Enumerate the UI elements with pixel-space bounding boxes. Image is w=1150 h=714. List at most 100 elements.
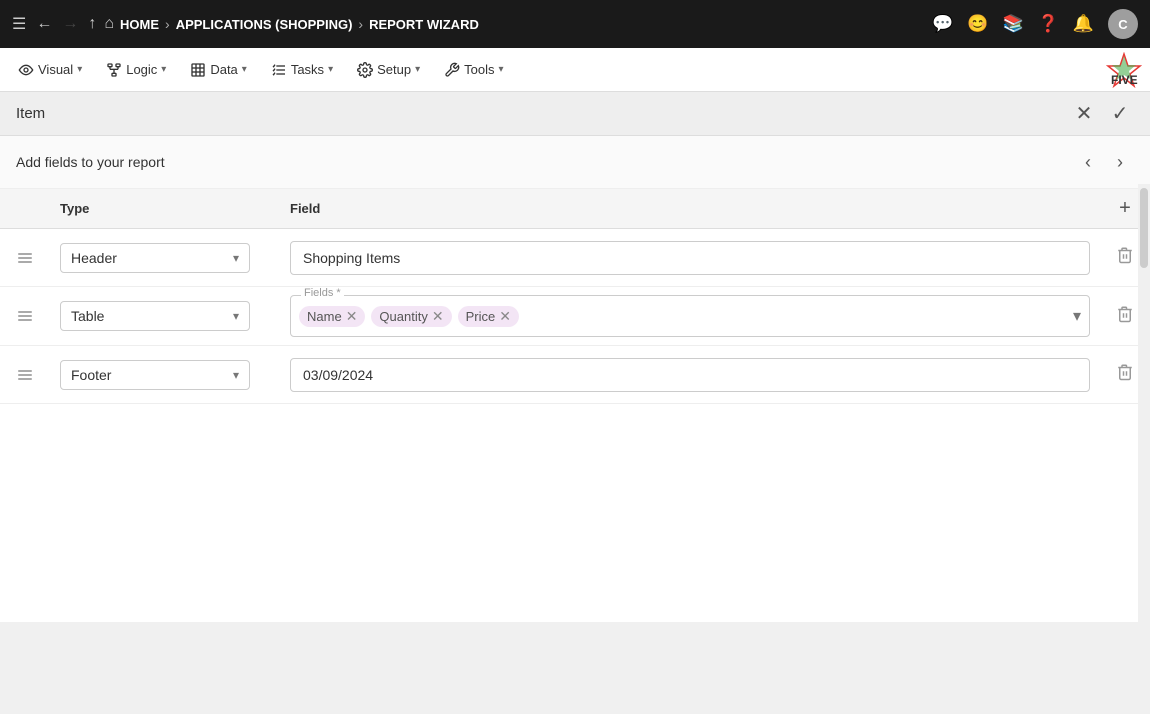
type-select-value-2: Table	[71, 308, 104, 324]
topbar-left-icons: ☰ ← → ↑	[12, 14, 96, 34]
forward-icon[interactable]: →	[62, 15, 78, 33]
menu-setup[interactable]: Setup ▾	[347, 56, 430, 84]
table-row: Header ▾	[0, 229, 1150, 287]
breadcrumb-apps[interactable]: APPLICATIONS (SHOPPING)	[176, 17, 353, 32]
item-header: Item ✕ ✓	[0, 92, 1150, 136]
drag-handle-3[interactable]	[0, 366, 50, 384]
tag-quantity-close[interactable]: ✕	[432, 309, 444, 323]
drag-handle-1[interactable]	[0, 249, 50, 267]
dropdown-arrow-3: ▾	[233, 368, 239, 382]
books-icon[interactable]: 📚	[1002, 14, 1023, 34]
tag-quantity: Quantity ✕	[371, 306, 451, 327]
menu-tasks[interactable]: Tasks ▾	[261, 56, 343, 84]
flow-icon	[106, 62, 122, 78]
trash-icon-3	[1116, 363, 1134, 381]
type-select-value-3: Footer	[71, 367, 111, 383]
five-logo-icon: FIVE	[1106, 52, 1142, 88]
list-icon	[271, 62, 287, 78]
table-row: Table ▾ Fields * Name ✕ Quantity ✕	[0, 287, 1150, 346]
chat-icon[interactable]: 💬	[932, 14, 953, 34]
five-logo: FIVE	[1106, 52, 1142, 88]
drag-icon	[16, 249, 34, 267]
trash-icon-1	[1116, 246, 1134, 264]
field-input-1[interactable]	[290, 241, 1090, 275]
delete-button-1[interactable]	[1116, 246, 1134, 269]
setup-arrow: ▾	[415, 64, 420, 75]
tag-name-close[interactable]: ✕	[346, 309, 358, 323]
breadcrumb-report[interactable]: REPORT WIZARD	[369, 17, 479, 32]
type-cell-3: Footer ▾	[50, 352, 280, 398]
help-icon[interactable]: ❓	[1038, 14, 1059, 34]
breadcrumb-arrow-1: ›	[165, 16, 170, 32]
tags-dropdown-arrow[interactable]: ▾	[1073, 306, 1081, 326]
type-select-1[interactable]: Header ▾	[60, 243, 250, 273]
type-select-3[interactable]: Footer ▾	[60, 360, 250, 390]
type-cell-2: Table ▾	[50, 293, 280, 339]
tag-name-text: Name	[307, 309, 342, 324]
item-title: Item	[16, 105, 45, 122]
table-header-row: Type Field +	[0, 189, 1150, 229]
bell-icon[interactable]: 🔔	[1073, 14, 1094, 34]
plus-icon: +	[1119, 197, 1131, 220]
eye-icon	[18, 62, 34, 78]
field-cell-3	[280, 350, 1100, 400]
breadcrumb: ⌂ HOME › APPLICATIONS (SHOPPING) › REPOR…	[104, 15, 924, 33]
nav-prev[interactable]: ‹	[1074, 148, 1102, 176]
fields-nav: ‹ ›	[1074, 148, 1134, 176]
tag-price: Price ✕	[458, 306, 519, 327]
menu-tools[interactable]: Tools ▾	[434, 56, 513, 84]
up-icon[interactable]: ↑	[88, 15, 96, 33]
grid-icon	[190, 62, 206, 78]
fields-subheader: Add fields to your report ‹ ›	[0, 136, 1150, 189]
face-icon[interactable]: 😊	[967, 14, 988, 34]
gear-icon	[357, 62, 373, 78]
breadcrumb-home[interactable]: HOME	[120, 17, 159, 32]
menubar: Visual ▾ Logic ▾ Data ▾ Tasks ▾ Setup ▾ …	[0, 48, 1150, 92]
dropdown-arrow-1: ▾	[233, 251, 239, 265]
delete-button-2[interactable]	[1116, 305, 1134, 328]
fields-panel-title: Add fields to your report	[16, 154, 165, 170]
drag-handle-2[interactable]	[0, 307, 50, 325]
svg-text:FIVE: FIVE	[1111, 73, 1138, 87]
topbar-right: 💬 😊 📚 ❓ 🔔 C	[932, 9, 1138, 39]
tags-label: Fields *	[301, 287, 344, 299]
nav-next[interactable]: ›	[1106, 148, 1134, 176]
tools-arrow: ▾	[498, 64, 503, 75]
table-row: Footer ▾	[0, 346, 1150, 404]
type-cell-1: Header ▾	[50, 235, 280, 281]
drag-icon	[16, 366, 34, 384]
tags-field-2[interactable]: Fields * Name ✕ Quantity ✕ Price ✕ ▾	[290, 295, 1090, 337]
tag-name: Name ✕	[299, 306, 365, 327]
trash-icon-2	[1116, 305, 1134, 323]
dropdown-arrow-2: ▾	[233, 309, 239, 323]
tag-price-text: Price	[466, 309, 496, 324]
menu-data[interactable]: Data ▾	[180, 56, 257, 84]
data-arrow: ▾	[242, 64, 247, 75]
scrollbar-thumb	[1140, 188, 1148, 268]
menu-visual[interactable]: Visual ▾	[8, 56, 92, 84]
home-icon: ⌂	[104, 15, 114, 33]
fields-table: Type Field + Header ▾	[0, 189, 1150, 404]
type-select-2[interactable]: Table ▾	[60, 301, 250, 331]
main-content: Item ✕ ✓ Add fields to your report ‹ › T…	[0, 92, 1150, 622]
back-icon[interactable]: ←	[36, 15, 52, 33]
tag-quantity-text: Quantity	[379, 309, 427, 324]
field-cell-1	[280, 233, 1100, 283]
hamburger-icon[interactable]: ☰	[12, 14, 26, 34]
drag-icon	[16, 307, 34, 325]
field-input-3[interactable]	[290, 358, 1090, 392]
close-button[interactable]: ✕	[1070, 100, 1098, 128]
tag-price-close[interactable]: ✕	[499, 309, 511, 323]
field-cell-2: Fields * Name ✕ Quantity ✕ Price ✕ ▾	[280, 287, 1100, 345]
confirm-button[interactable]: ✓	[1106, 100, 1134, 128]
avatar[interactable]: C	[1108, 9, 1138, 39]
delete-button-3[interactable]	[1116, 363, 1134, 386]
topbar: ☰ ← → ↑ ⌂ HOME › APPLICATIONS (SHOPPING)…	[0, 0, 1150, 48]
tasks-arrow: ▾	[328, 64, 333, 75]
item-header-actions: ✕ ✓	[1070, 100, 1134, 128]
breadcrumb-arrow-2: ›	[358, 16, 363, 32]
visual-arrow: ▾	[77, 64, 82, 75]
type-select-value-1: Header	[71, 250, 117, 266]
scrollbar[interactable]	[1138, 184, 1150, 714]
menu-logic[interactable]: Logic ▾	[96, 56, 176, 84]
